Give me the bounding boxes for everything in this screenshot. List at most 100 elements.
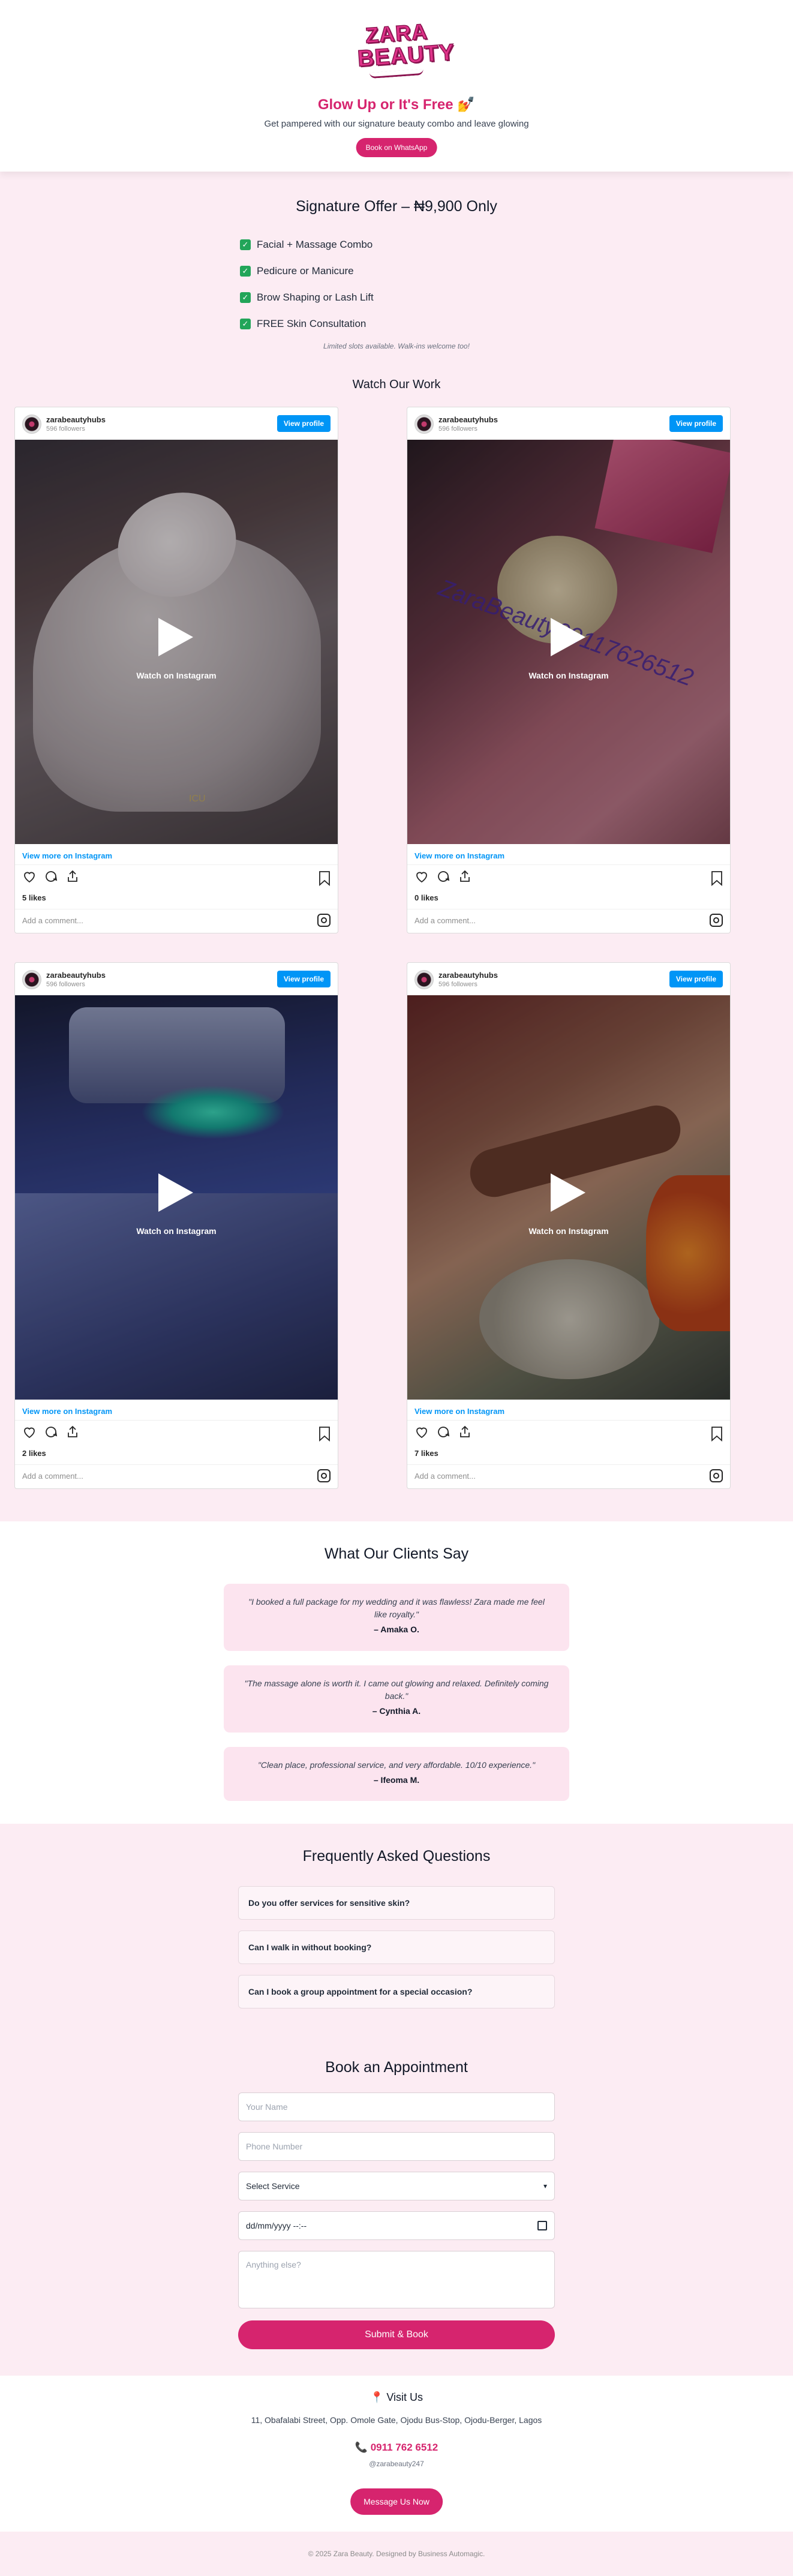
offer-item: ✓ FREE Skin Consultation [240,311,374,337]
post-video[interactable]: Watch on Instagram [15,995,338,1400]
post-actions [414,1425,472,1443]
datetime-field[interactable]: dd/mm/yyyy --:-- [238,2211,555,2240]
comment-icon[interactable] [436,869,450,884]
play-icon[interactable] [158,618,193,656]
bookmark-icon[interactable] [711,1426,723,1442]
view-profile-button[interactable]: View profile [277,415,331,432]
post-username[interactable]: zarabeautyhubs [46,971,106,980]
instagram-post: zarabeautyhubs 596 followers View profil… [407,407,731,933]
add-comment-field[interactable]: Add a comment... [414,1472,476,1481]
faq-question[interactable]: Can I walk in without booking? [238,1931,555,1964]
post-followers: 596 followers [438,981,477,988]
calendar-icon[interactable] [537,2221,547,2230]
watch-on-instagram[interactable]: Watch on Instagram [15,671,338,680]
bookmark-icon[interactable] [319,1426,331,1442]
view-profile-button[interactable]: View profile [669,971,723,987]
submit-book-button[interactable]: Submit & Book [238,2320,555,2349]
add-comment-field[interactable]: Add a comment... [414,916,476,925]
notes-field[interactable]: Anything else? [238,2251,555,2308]
brand-logo[interactable]: ZARA BEAUTY [356,19,456,79]
post-video[interactable]: ICU Watch on Instagram [15,440,338,844]
visit-title: Visit Us [386,2391,423,2403]
comment-icon[interactable] [44,1425,58,1439]
faq-question[interactable]: Can I book a group appointment for a spe… [238,1975,555,2008]
post-actions [22,1425,80,1443]
service-select[interactable]: Select Service ▾ [238,2172,555,2200]
instagram-icon[interactable] [317,1469,331,1482]
instagram-icon[interactable] [317,914,331,927]
likes-count: 5 likes [22,893,46,902]
add-comment-field[interactable]: Add a comment... [22,916,83,925]
add-comment-field[interactable]: Add a comment... [22,1472,83,1481]
message-us-button[interactable]: Message Us Now [350,2488,443,2515]
watch-on-instagram[interactable]: Watch on Instagram [407,671,730,680]
phone-field[interactable]: Phone Number [238,2132,555,2161]
comment-icon[interactable] [44,869,58,884]
datetime-placeholder: dd/mm/yyyy --:-- [246,2221,307,2230]
likes-count: 2 likes [22,1449,46,1458]
view-profile-button[interactable]: View profile [277,971,331,987]
avatar[interactable] [22,415,41,434]
post-username[interactable]: zarabeautyhubs [438,415,498,424]
post-video[interactable]: Watch on Instagram [407,995,730,1400]
faq-question[interactable]: Do you offer services for sensitive skin… [238,1886,555,1920]
post-actions [22,869,80,887]
post-actions [414,869,472,887]
heart-icon[interactable] [414,1425,429,1439]
view-more-link[interactable]: View more on Instagram [22,1407,112,1416]
share-icon[interactable] [65,869,80,884]
view-profile-button[interactable]: View profile [669,415,723,432]
post-video[interactable]: ZaraBeauty09117626512 Watch on Instagram [407,440,730,844]
visit-section: 📍 Visit Us 11, Obafalabi Street, Opp. Om… [0,2376,793,2532]
name-field[interactable]: Your Name [238,2092,555,2121]
avatar[interactable] [22,970,41,989]
phone-icon: 📞 [355,2442,368,2453]
work-title: Watch Our Work [352,378,441,391]
view-more-link[interactable]: View more on Instagram [22,851,112,860]
heart-icon[interactable] [22,1425,37,1439]
post-username[interactable]: zarabeautyhubs [46,415,106,424]
instagram-icon[interactable] [710,914,723,927]
faq-title: Frequently Asked Questions [302,1848,491,1865]
heart-icon[interactable] [22,869,37,884]
post-header: zarabeautyhubs 596 followers View profil… [407,963,730,995]
post-followers: 596 followers [438,425,477,433]
testimonial-card: "The massage alone is worth it. I came o… [224,1665,569,1733]
post-username[interactable]: zarabeautyhubs [438,971,498,980]
avatar[interactable] [414,970,434,989]
testimonials-title: What Our Clients Say [324,1545,469,1562]
checkbox-icon: ✓ [240,239,251,250]
post-followers: 596 followers [46,981,85,988]
offer-item: ✓ Facial + Massage Combo [240,232,374,258]
location-pin-icon: 📍 [370,2391,384,2403]
visit-handle[interactable]: @zarabeauty247 [0,2460,793,2468]
visit-phone-row[interactable]: 📞 0911 762 6512 [0,2442,793,2454]
likes-count: 0 likes [414,893,438,902]
share-icon[interactable] [65,1425,80,1439]
play-icon[interactable] [551,1173,585,1212]
visit-address: 11, Obafalabi Street, Opp. Omole Gate, O… [251,2415,542,2425]
hero-subtitle: Get pampered with our signature beauty c… [264,119,529,129]
play-icon[interactable] [158,1173,193,1212]
avatar[interactable] [414,415,434,434]
book-whatsapp-button[interactable]: Book on WhatsApp [356,138,437,157]
share-icon[interactable] [458,869,472,884]
heart-icon[interactable] [414,869,429,884]
logo-swoosh [369,68,424,79]
post-header: zarabeautyhubs 596 followers View profil… [15,963,338,995]
watch-on-instagram[interactable]: Watch on Instagram [407,1226,730,1236]
view-more-link[interactable]: View more on Instagram [414,1407,504,1416]
bookmark-icon[interactable] [711,870,723,886]
watch-on-instagram[interactable]: Watch on Instagram [15,1226,338,1236]
bookmark-icon[interactable] [319,870,331,886]
visit-heading: 📍 Visit Us [0,2391,793,2404]
testimonial-author: – Amaka O. [374,1625,419,1634]
faq-section: Frequently Asked Questions Do you offer … [0,1824,793,2376]
view-more-link[interactable]: View more on Instagram [414,851,504,860]
testimonial-quote: "Clean place, professional service, and … [257,1760,536,1770]
instagram-icon[interactable] [710,1469,723,1482]
play-icon[interactable] [551,618,585,656]
visit-phone[interactable]: 0911 762 6512 [371,2442,438,2453]
share-icon[interactable] [458,1425,472,1439]
comment-icon[interactable] [436,1425,450,1439]
